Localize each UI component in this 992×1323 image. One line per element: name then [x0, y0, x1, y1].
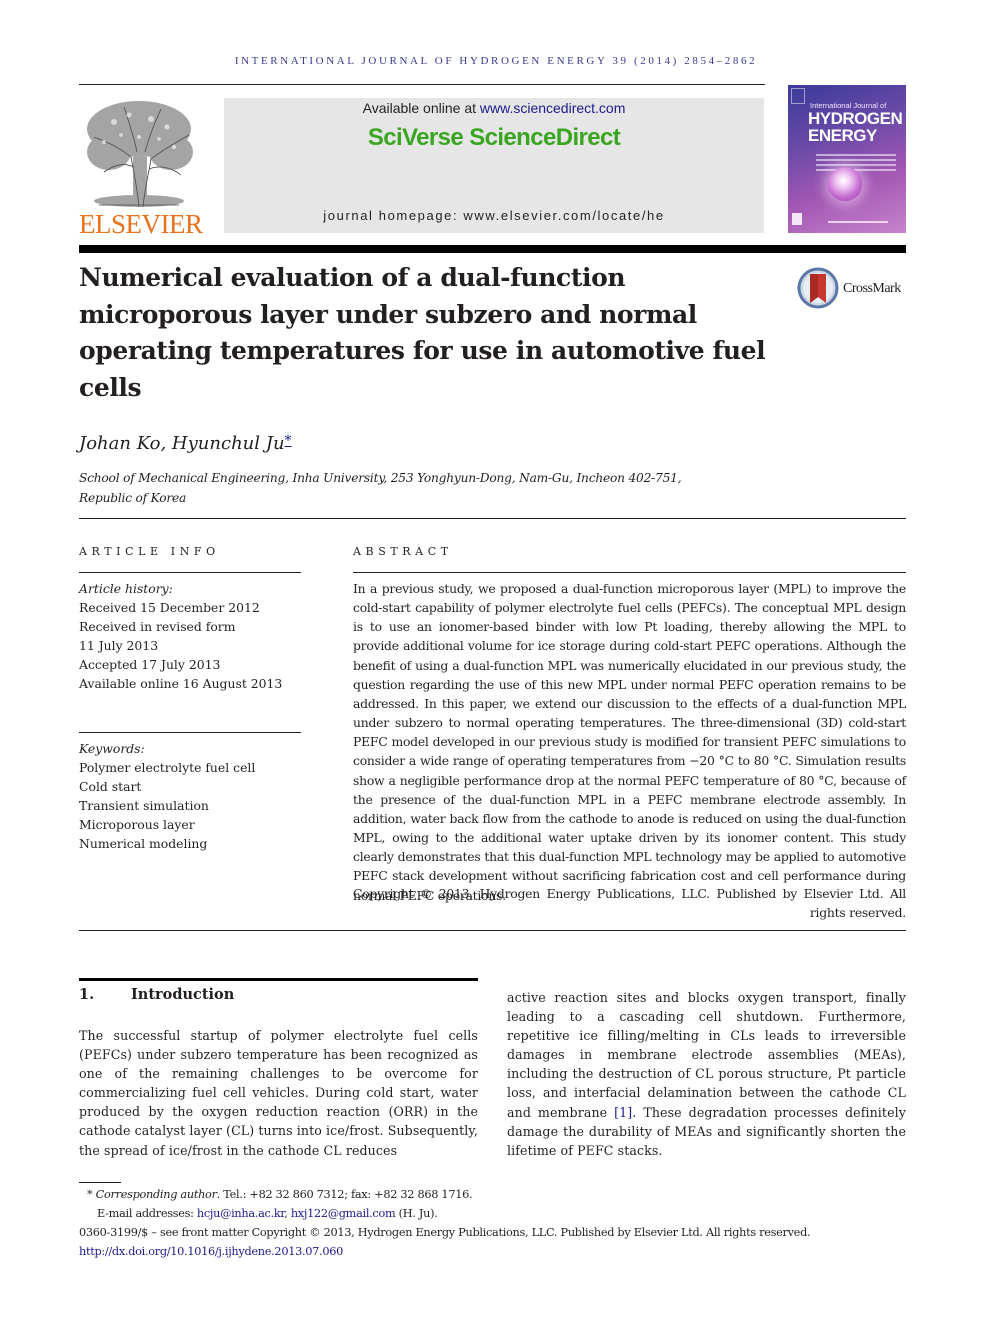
- cover-title-line2: ENERGY: [808, 126, 877, 145]
- footnote-divider: [79, 1182, 121, 1183]
- abstract-body: In a previous study, we proposed a dual-…: [353, 581, 906, 903]
- elsevier-wordmark: ELSEVIER: [79, 209, 203, 239]
- keyword-item: Polymer electrolyte fuel cell: [79, 760, 256, 775]
- available-online-label: Available online at: [362, 100, 480, 116]
- elsevier-tree-icon: [87, 101, 193, 208]
- abstract-copyright: Copyright © 2013, Hydrogen Energy Public…: [353, 886, 906, 921]
- introduction-column-2: active reaction sites and blocks oxygen …: [507, 988, 906, 1160]
- article-title: Numerical evaluation of a dual-function …: [79, 263, 766, 402]
- journal-homepage-line: journal homepage: www.elsevier.com/locat…: [224, 208, 764, 223]
- journal-homepage-link[interactable]: www.elsevier.com/locate/he: [463, 208, 664, 223]
- crossmark-button[interactable]: CrossMark: [797, 267, 912, 311]
- crossmark-icon: [797, 267, 839, 309]
- keywords-heading: Keywords:: [79, 741, 145, 756]
- section-number: 1.: [79, 986, 95, 1003]
- keyword-item: Cold start: [79, 779, 142, 794]
- front-matter-divider: [79, 930, 906, 931]
- article-history: Article history: Received 15 December 20…: [79, 579, 301, 693]
- history-item: Available online 16 August 2013: [79, 676, 283, 691]
- issn-copyright-line: 0360-3199/$ – see front matter Copyright…: [79, 1226, 811, 1239]
- intro-text: active reaction sites and blocks oxygen …: [507, 990, 906, 1120]
- cover-sciencedirect-mark: [828, 221, 888, 223]
- reference-link[interactable]: [1]: [614, 1105, 632, 1120]
- affiliation: School of Mechanical Engineering, Inha U…: [79, 469, 719, 508]
- affiliation-line-1: School of Mechanical Engineering, Inha U…: [79, 471, 682, 485]
- article-history-heading: Article history:: [79, 581, 173, 596]
- sciencedirect-link[interactable]: www.sciencedirect.com: [480, 100, 626, 116]
- contact-details: . Tel.: +82 32 860 7312; fax: +82 32 868…: [216, 1188, 473, 1201]
- crossmark-label: CrossMark: [843, 281, 901, 296]
- cover-orb-graphic: [828, 167, 862, 201]
- email-link-1[interactable]: hcju@inha.ac.kr: [197, 1207, 285, 1220]
- keywords: Keywords: Polymer electrolyte fuel cell …: [79, 739, 301, 853]
- top-divider: [79, 84, 765, 85]
- author-list: Johan Ko, Hyunchul Ju*: [79, 433, 292, 454]
- journal-homepage-label: journal homepage:: [323, 208, 464, 223]
- cover-title-line1: HYDROGEN: [808, 109, 903, 128]
- available-online-line: Available online at www.sciencedirect.co…: [224, 100, 764, 116]
- section-title: Introduction: [131, 986, 235, 1003]
- email-note: E-mail addresses: hcju@inha.ac.kr, hxj12…: [79, 1204, 906, 1223]
- introduction-column-1: The successful startup of polymer electr…: [79, 1028, 478, 1158]
- keyword-item: Transient simulation: [79, 798, 209, 813]
- email-label: E-mail addresses:: [97, 1207, 197, 1220]
- keyword-item: Numerical modeling: [79, 836, 208, 851]
- author-names: Johan Ko, Hyunchul Ju: [79, 433, 285, 454]
- history-item: Received in revised form: [79, 619, 236, 634]
- running-head: International Journal of Hydrogen Energy…: [234, 55, 758, 67]
- corresponding-author-note: * Corresponding author. Tel.: +82 32 860…: [79, 1185, 906, 1204]
- corresponding-author-label: Corresponding author: [95, 1188, 217, 1201]
- elsevier-logo[interactable]: ELSEVIER: [79, 97, 203, 239]
- cover-elsevier-mark: [791, 88, 805, 104]
- email-separator: ,: [284, 1207, 291, 1220]
- doi-link[interactable]: http://dx.doi.org/10.1016/j.ijhydene.201…: [79, 1245, 343, 1258]
- corresponding-author-link[interactable]: *: [285, 433, 292, 449]
- history-item: 11 July 2013: [79, 638, 159, 653]
- sciencedirect-banner: Available online at www.sciencedirect.co…: [224, 98, 764, 233]
- abstract-divider: [353, 572, 906, 573]
- article-info-heading: ARTICLE INFO: [79, 545, 220, 558]
- cover-title: HYDROGEN ENERGY: [808, 109, 903, 145]
- journal-cover-image[interactable]: International Journal of HYDROGEN ENERGY: [788, 85, 906, 233]
- cover-footer-logo: [792, 213, 802, 225]
- article-info-divider: [79, 572, 301, 573]
- introduction-rule: [79, 978, 478, 981]
- email-owner: (H. Ju).: [395, 1207, 438, 1220]
- header-thick-divider: [79, 245, 906, 253]
- keywords-divider: [79, 732, 301, 733]
- footnotes: * Corresponding author. Tel.: +82 32 860…: [79, 1185, 906, 1261]
- sciverse-sciencedirect-logo[interactable]: SciVerse ScienceDirect: [224, 124, 764, 152]
- email-link-2[interactable]: hxj122@gmail.com: [291, 1207, 396, 1220]
- history-item: Received 15 December 2012: [79, 600, 260, 615]
- history-item: Accepted 17 July 2013: [79, 657, 221, 672]
- keyword-item: Microporous layer: [79, 817, 195, 832]
- abstract-heading: ABSTRACT: [353, 545, 453, 558]
- footnote-star: *: [87, 1188, 93, 1201]
- section-divider: [79, 518, 906, 519]
- introduction-heading: 1. Introduction: [79, 986, 234, 1003]
- affiliation-line-2: Republic of Korea: [79, 490, 187, 505]
